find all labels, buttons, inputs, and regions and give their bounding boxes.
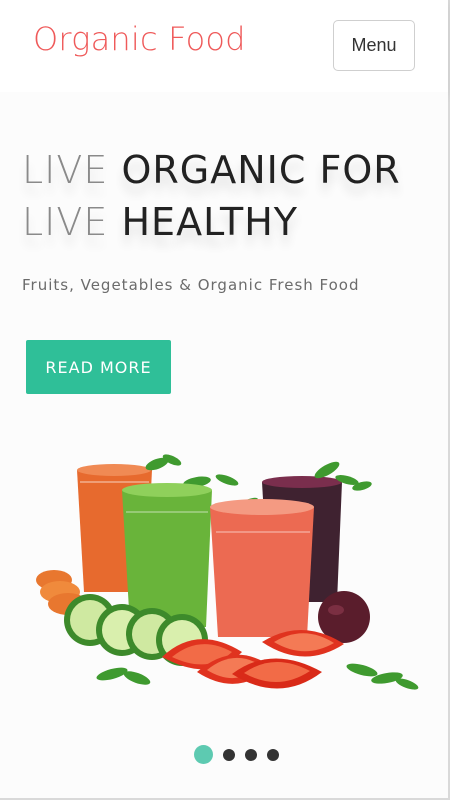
- headline-dark-phrase: HEALTHY: [121, 200, 298, 244]
- headline-line-1: LIVE ORGANIC FOR: [22, 144, 401, 196]
- hero-headline: LIVE ORGANIC FOR LIVE HEALTHY: [22, 144, 401, 248]
- site-header: Organic Food Menu: [0, 0, 448, 92]
- headline-dark-phrase: ORGANIC FOR: [121, 148, 401, 192]
- headline-line-2: LIVE HEALTHY: [22, 196, 401, 248]
- carousel-dot-3[interactable]: [245, 748, 257, 761]
- juice-vegetables-photo: [36, 454, 419, 690]
- read-more-button[interactable]: READ MORE: [26, 340, 171, 394]
- glass-red-juice: [210, 499, 314, 637]
- carousel-dot-1[interactable]: [194, 745, 213, 764]
- headline-light-word: LIVE: [22, 148, 109, 192]
- headline-light-word: LIVE: [22, 200, 109, 244]
- menu-button[interactable]: Menu: [333, 20, 415, 71]
- hero-subtitle: Fruits, Vegetables & Organic Fresh Food: [22, 276, 360, 294]
- carousel-dot-2[interactable]: [223, 748, 235, 761]
- hero-section: LIVE ORGANIC FOR LIVE HEALTHY Fruits, Ve…: [0, 92, 448, 798]
- site-logo[interactable]: Organic Food: [33, 20, 246, 58]
- carousel-dots: [194, 745, 279, 764]
- carousel-dot-4[interactable]: [267, 748, 279, 761]
- glass-green-smoothie: [122, 483, 212, 627]
